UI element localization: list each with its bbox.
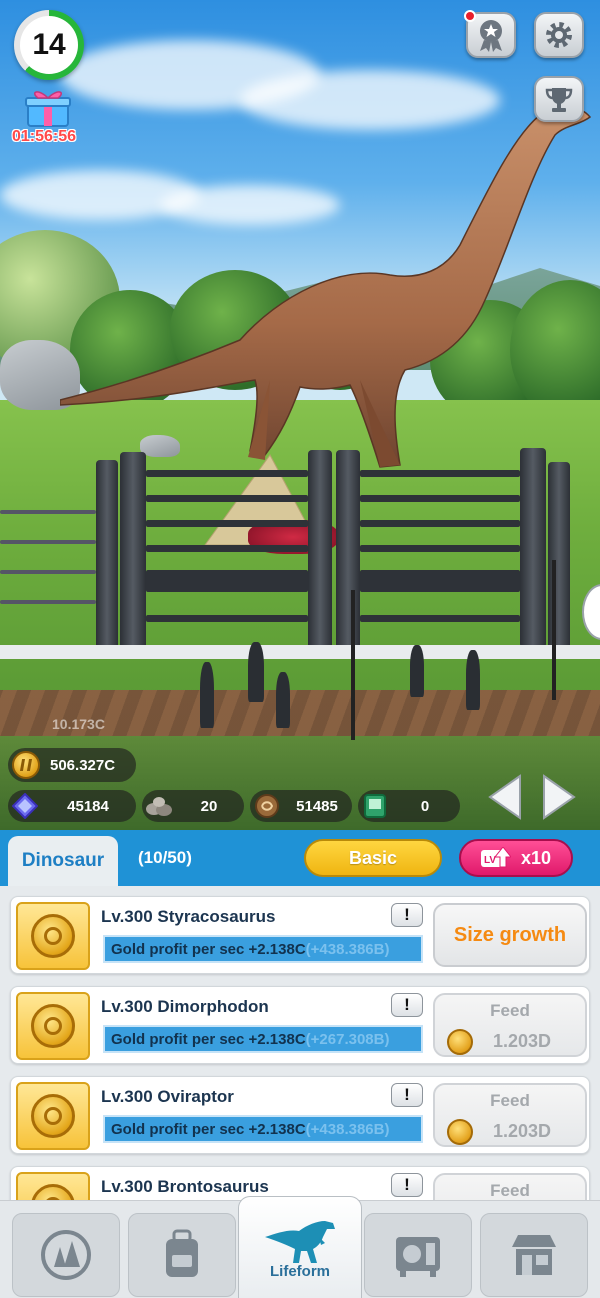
dinosaur-count: (10/50)	[138, 848, 192, 867]
nav-backpack[interactable]	[128, 1213, 236, 1297]
feed-label: Feed	[490, 1091, 530, 1110]
dino-card: Lv.300 Styracosaurus ! Gold profit per s…	[10, 896, 590, 974]
nav-lifeform-label: Lifeform	[270, 1263, 330, 1280]
feed-button[interactable]: Feed 1.203D	[433, 1083, 587, 1147]
lab-machine-icon	[396, 1237, 440, 1277]
profit-text: Gold profit per sec +2.138C	[111, 1030, 306, 1048]
ticket-value: 0	[420, 797, 430, 815]
lamp-post	[552, 560, 556, 700]
profit-delta: (+438.386B)	[305, 940, 390, 958]
nav-shop[interactable]	[480, 1213, 588, 1297]
profit-delta: (+267.308B)	[305, 1030, 390, 1048]
feed-label: Feed	[490, 1181, 530, 1200]
dino-card: Lv.300 Oviraptor ! Gold profit per sec +…	[10, 1076, 590, 1154]
fossil-counter: 51485	[250, 790, 352, 822]
lamp-post	[351, 590, 355, 740]
fossil-icon	[252, 791, 282, 821]
nav-lab[interactable]	[364, 1213, 472, 1297]
previous-dino-arrow[interactable]	[484, 772, 524, 822]
enclosure-gate[interactable]	[0, 440, 600, 670]
forest-icon	[41, 1230, 91, 1280]
gold-coin-icon	[447, 1119, 473, 1145]
profit-text: Gold profit per sec +2.138C	[111, 940, 306, 958]
gift-box-icon[interactable]	[24, 88, 72, 128]
gem-icon	[10, 791, 40, 821]
dinosaur-list[interactable]: Lv.300 Styracosaurus ! Gold profit per s…	[0, 886, 600, 1200]
gold-counter: 506.327C	[8, 748, 136, 782]
level-up-icon: LV	[480, 846, 513, 869]
gift-timer: 01:56:56	[12, 128, 77, 145]
gem-value: 45184	[67, 797, 109, 815]
info-button[interactable]: !	[391, 993, 423, 1017]
trophy-button[interactable]	[534, 76, 584, 122]
dino-name: Lv.300 Styracosaurus	[101, 907, 276, 926]
ticket-icon	[360, 791, 390, 821]
feed-cost: 1.203D	[493, 1121, 552, 1141]
info-button[interactable]: !	[391, 903, 423, 927]
level-multiplier-button[interactable]: LV x10	[459, 839, 573, 877]
feed-button[interactable]: Feed 1.203D	[433, 993, 587, 1057]
svg-text:LV: LV	[484, 855, 496, 866]
dino-card: Lv.300 Brontosaurus ! Feed	[10, 1166, 590, 1200]
game-scene[interactable]: 10.173C	[0, 0, 600, 830]
profit-delta: (+438.386B)	[305, 1120, 390, 1138]
dino-name: Lv.300 Oviraptor	[101, 1087, 234, 1106]
medal-button[interactable]	[464, 10, 516, 58]
visitor-silhouette	[466, 650, 480, 710]
gold-coin-icon	[447, 1029, 473, 1055]
dino-card: Lv.300 Dimorphodon ! Gold profit per sec…	[10, 986, 590, 1064]
dino-name: Lv.300 Dimorphodon	[101, 997, 269, 1016]
player-level-value: 14	[20, 16, 78, 74]
shop-icon	[512, 1235, 556, 1275]
fossil-value: 51485	[296, 797, 338, 815]
dino-name: Lv.300 Brontosaurus	[101, 1177, 269, 1196]
trophy-icon	[545, 88, 573, 112]
visitor-silhouette	[200, 662, 214, 728]
size-growth-button[interactable]: Size growth	[433, 903, 587, 967]
stone-value: 20	[200, 797, 218, 815]
gear-icon	[546, 22, 572, 48]
gem-counter: 45184	[8, 790, 136, 822]
settings-button[interactable]	[534, 12, 584, 58]
dino-gold-icon	[16, 1082, 90, 1150]
ticket-counter: 0	[358, 790, 460, 822]
visitor-silhouette	[410, 645, 424, 697]
dino-gold-icon	[16, 992, 90, 1060]
visitor-silhouette	[276, 672, 290, 728]
profit-bar: Gold profit per sec +2.138C (+438.386B)	[103, 1115, 423, 1143]
tab-dinosaur[interactable]: Dinosaur	[8, 836, 118, 886]
visitor-silhouette	[248, 642, 264, 702]
profit-text: Gold profit per sec +2.138C	[111, 1120, 306, 1138]
stones-icon	[144, 791, 174, 821]
floating-income-text: 10.173C	[52, 716, 105, 732]
brick-path	[0, 690, 600, 740]
nav-lifeform[interactable]: Lifeform	[238, 1196, 362, 1298]
nav-park[interactable]	[12, 1213, 120, 1297]
feed-button[interactable]: Feed	[433, 1173, 587, 1200]
gold-value: 506.327C	[50, 756, 116, 774]
feed-label: Feed	[490, 1001, 530, 1020]
stone-counter: 20	[142, 790, 244, 822]
next-dino-arrow[interactable]	[540, 772, 580, 822]
notification-dot	[464, 10, 476, 22]
profit-bar: Gold profit per sec +2.138C (+267.308B)	[103, 1025, 423, 1053]
gold-coin-icon	[12, 751, 40, 779]
dino-gold-icon	[16, 902, 90, 970]
brachiosaurus-dinosaur[interactable]	[60, 95, 600, 495]
info-button[interactable]: !	[391, 1083, 423, 1107]
feed-cost: 1.203D	[493, 1031, 552, 1051]
backpack-icon	[166, 1229, 198, 1277]
dino-gold-icon	[16, 1172, 90, 1200]
player-level-badge[interactable]: 14	[14, 10, 84, 80]
dinosaur-icon	[265, 1221, 335, 1263]
basic-mode-button[interactable]: Basic	[304, 839, 442, 877]
medal-icon	[480, 20, 502, 52]
info-button[interactable]: !	[391, 1173, 423, 1197]
profit-bar: Gold profit per sec +2.138C (+438.386B)	[103, 935, 423, 963]
multiplier-label: x10	[520, 847, 552, 868]
